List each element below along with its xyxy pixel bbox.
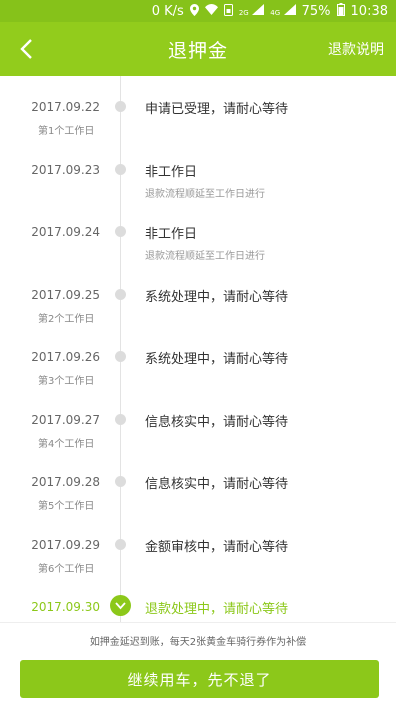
nav-bar: 退押金 退款说明 xyxy=(0,22,396,76)
compensation-note: 如押金延迟到账，每天2张黄金车骑行券作为补偿 xyxy=(89,637,307,648)
timeline-dot xyxy=(115,538,126,550)
timeline-item: 2017.09.25 第2个工作日 系统处理中，请耐心等待 xyxy=(0,268,396,330)
battery-percent: 75% xyxy=(301,3,331,19)
timeline-dot xyxy=(115,288,126,300)
timeline-date: 2017.09.23 xyxy=(31,162,100,177)
net-speed: 0 K/s xyxy=(151,3,184,19)
timeline-item: 2017.09.28 第5个工作日 信息核实中，请耐心等待 xyxy=(0,455,396,517)
timeline-item: 2017.09.24 非工作日退款流程顺延至工作日进行 xyxy=(0,205,396,267)
timeline-item: 2017.09.23 非工作日退款流程顺延至工作日进行 xyxy=(0,143,396,205)
timeline-status: 系统处理中，请耐心等待 xyxy=(145,352,289,367)
sim-icon xyxy=(223,3,233,19)
signal-2g-label: 2G xyxy=(238,9,249,17)
refund-timeline: 2017.09.22 第1个工作日 申请已受理，请耐心等待 2017.09.23 非工作… xyxy=(0,76,396,622)
timeline-dot xyxy=(115,163,126,175)
timeline-item: 2017.09.26 第3个工作日 系统处理中，请耐心等待 xyxy=(0,330,396,392)
timeline-status: 金额审核中，请耐心等待 xyxy=(145,539,289,555)
timeline-status: 退款处理中，请耐心等待 xyxy=(145,602,289,617)
signal-4g-icon: 4G xyxy=(270,4,296,18)
timeline-item: 2017.09.22 第1个工作日 申请已受理，请耐心等待 xyxy=(0,80,396,142)
timeline-status: 系统处理中，请耐心等待 xyxy=(145,289,289,305)
timeline-item: 2017.09.29 第6个工作日 金额审核中，请耐心等待 xyxy=(0,518,396,580)
signal-2g-icon: 2G xyxy=(238,4,265,18)
footer: 如押金延迟到账，每天2张黄金车骑行券作为补偿 继续用车，先不退了 xyxy=(0,622,396,708)
timeline-date: 2017.09.27 xyxy=(31,412,100,427)
timeline-description: 退款流程顺延至工作日进行 xyxy=(145,251,265,262)
timeline-item: 2017.09.30第7个工作日退款处理中，请耐心等待 xyxy=(0,580,396,622)
timeline-dot xyxy=(115,413,126,425)
timeline-workday: 第3个工作日 xyxy=(38,376,95,387)
battery-icon xyxy=(336,3,345,19)
check-icon xyxy=(110,595,131,616)
continue-riding-button[interactable]: 继续用车，先不退了 xyxy=(20,660,379,698)
timeline-date: 2017.09.24 xyxy=(31,225,100,239)
timeline-description: 退款流程顺延至工作日进行 xyxy=(145,188,265,200)
wifi-icon xyxy=(204,4,218,18)
timeline-dot xyxy=(115,351,126,362)
timeline-date: 2017.09.25 xyxy=(31,287,100,302)
clock: 10:38 xyxy=(350,3,388,19)
refund-info-link[interactable]: 退款说明 xyxy=(328,22,384,76)
timeline-date: 2017.09.30 xyxy=(31,600,100,614)
timeline-status: 信息核实中，请耐心等待 xyxy=(145,414,289,430)
signal-4g-label: 4G xyxy=(270,9,281,17)
timeline-workday: 第6个工作日 xyxy=(38,563,95,575)
status-bar: 0 K/s 2G 4G 75% 10:38 xyxy=(0,0,396,22)
timeline-workday: 第1个工作日 xyxy=(38,126,95,137)
timeline-date: 2017.09.26 xyxy=(31,350,100,364)
timeline-workday: 第4个工作日 xyxy=(38,438,95,450)
timeline-workday: 第2个工作日 xyxy=(38,313,95,325)
timeline-dot xyxy=(115,476,126,487)
timeline-status: 非工作日 xyxy=(145,227,198,242)
timeline-date: 2017.09.28 xyxy=(31,475,100,489)
location-icon xyxy=(189,3,199,19)
timeline-date: 2017.09.29 xyxy=(31,537,100,552)
timeline-workday: 第5个工作日 xyxy=(38,501,95,512)
timeline-dot xyxy=(115,226,126,237)
timeline-status: 申请已受理，请耐心等待 xyxy=(145,102,289,117)
timeline-status: 非工作日 xyxy=(145,164,198,180)
timeline-date: 2017.09.22 xyxy=(31,100,100,114)
timeline-status: 信息核实中，请耐心等待 xyxy=(145,477,289,492)
timeline-dot xyxy=(115,101,126,112)
timeline-item: 2017.09.27 第4个工作日 信息核实中，请耐心等待 xyxy=(0,393,396,455)
